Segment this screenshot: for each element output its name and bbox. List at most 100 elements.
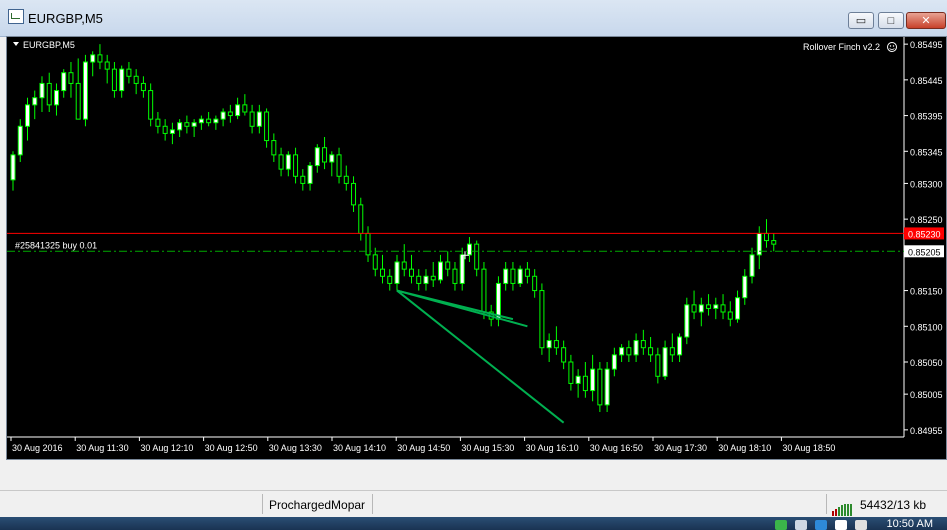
status-traffic: 54432/13 kb (860, 498, 927, 512)
candle-body (495, 282, 501, 320)
candle-body (553, 340, 559, 349)
time-tick-label: 30 Aug 14:50 (397, 443, 450, 453)
candle-body (126, 68, 132, 77)
candle-body (249, 111, 255, 127)
tray-dropbox-icon[interactable] (795, 520, 807, 530)
window-titlebar: EURGBP,M5 ▭ □ ✕ (0, 0, 947, 37)
candle-body (466, 243, 472, 256)
price-tick-label: 0.85300 (910, 179, 943, 189)
candle-body (300, 175, 306, 184)
candle-body (677, 336, 683, 356)
candle-body (764, 232, 770, 242)
candle-body (749, 254, 755, 277)
candle-body (452, 268, 458, 284)
candle-body (75, 82, 81, 120)
candle-body (53, 90, 59, 106)
smiley-mouth (889, 48, 895, 50)
candle-body (148, 90, 154, 120)
order-price-label: 0.85205 (908, 247, 941, 257)
candle-body (61, 72, 67, 92)
indicator-label: Rollover Finch v2.2 (803, 42, 880, 52)
candle-body (662, 347, 668, 377)
candle-body (517, 268, 523, 284)
candle-body (597, 368, 603, 406)
candle-body (293, 154, 299, 177)
candle-body (510, 268, 516, 284)
maximize-button[interactable]: □ (878, 12, 904, 29)
candle-body (133, 75, 139, 84)
candle-body (264, 111, 270, 142)
candle-body (568, 361, 574, 384)
price-tick-label: 0.85250 (910, 215, 943, 225)
candle-body (162, 125, 168, 134)
candle-body (735, 297, 741, 320)
candle-body (742, 275, 748, 299)
candle-body (213, 118, 219, 124)
status-separator (372, 494, 373, 514)
candle-body (24, 104, 30, 127)
time-tick-label: 30 Aug 11:30 (76, 443, 128, 453)
close-button[interactable]: ✕ (906, 12, 946, 29)
time-tick-label: 30 Aug 14:10 (333, 443, 386, 453)
candle-body (97, 54, 103, 63)
candle-body (445, 261, 451, 270)
candle-body (380, 268, 386, 277)
status-bar: ProchargedMopar 54432/13 kb (0, 490, 947, 518)
candle-body (177, 122, 183, 131)
candle-body (727, 311, 733, 320)
candle-body (626, 347, 632, 356)
tray-flag-icon[interactable] (835, 520, 847, 530)
candle-body (220, 111, 226, 120)
candle-body (104, 61, 110, 70)
tray-cloud-icon[interactable] (815, 520, 827, 530)
candle-body (32, 97, 38, 106)
candle-body (329, 154, 335, 163)
candle-body (242, 104, 248, 113)
chart-window-icon (8, 9, 24, 24)
window-bottom-strip (0, 460, 947, 490)
candle-body (184, 122, 190, 127)
candle-body (10, 154, 16, 181)
price-chart[interactable]: 0.85495 0.85445 0.85395 0.85345 0.85300 0.852… (7, 37, 946, 459)
price-tick-label: 0.85395 (910, 112, 943, 122)
status-profile[interactable]: ProchargedMopar (269, 498, 365, 512)
time-tick-label: 30 Aug 18:50 (782, 443, 835, 453)
window-title: EURGBP,M5 (28, 11, 103, 26)
candle-body (474, 243, 480, 270)
candle-body (546, 340, 552, 349)
tray-app-icon[interactable] (775, 520, 787, 530)
candle-body (46, 82, 52, 106)
candle-body (285, 154, 291, 170)
candle-body (336, 154, 342, 177)
candle-body (278, 154, 284, 170)
symbol-label: EURGBP,M5 (23, 40, 75, 50)
chart-area[interactable]: 0.85495 0.85445 0.85395 0.85345 0.85300 0.852… (6, 36, 947, 460)
candle-body (459, 254, 465, 284)
candle-body (648, 347, 654, 356)
candle-body (669, 347, 675, 356)
time-tick-label: 30 Aug 12:50 (205, 443, 258, 453)
candle-body (582, 375, 588, 392)
candle-body (430, 275, 436, 281)
candle-body (604, 368, 610, 406)
candle-body (698, 304, 704, 313)
candle-body (575, 375, 581, 384)
candle-body (206, 118, 212, 124)
tray-volume-icon[interactable] (855, 520, 867, 530)
symbol-dropdown-icon (13, 42, 19, 46)
candle-body (68, 72, 74, 84)
taskbar: 10:50 AM (0, 517, 947, 530)
ask-price-label: 0.85230 (908, 229, 941, 239)
candle-body (611, 354, 617, 370)
candle-body (90, 54, 96, 63)
price-tick-label: 0.84955 (910, 426, 943, 436)
candle-body (227, 111, 233, 117)
candle-body (111, 68, 117, 92)
candle-body (437, 261, 443, 281)
candle-body (169, 129, 175, 134)
taskbar-clock[interactable]: 10:50 AM (887, 518, 933, 530)
minimize-button[interactable]: ▭ (848, 12, 874, 29)
candle-body (481, 268, 487, 313)
time-tick-label: 30 Aug 2016 (12, 443, 63, 453)
candle-body (351, 182, 357, 206)
